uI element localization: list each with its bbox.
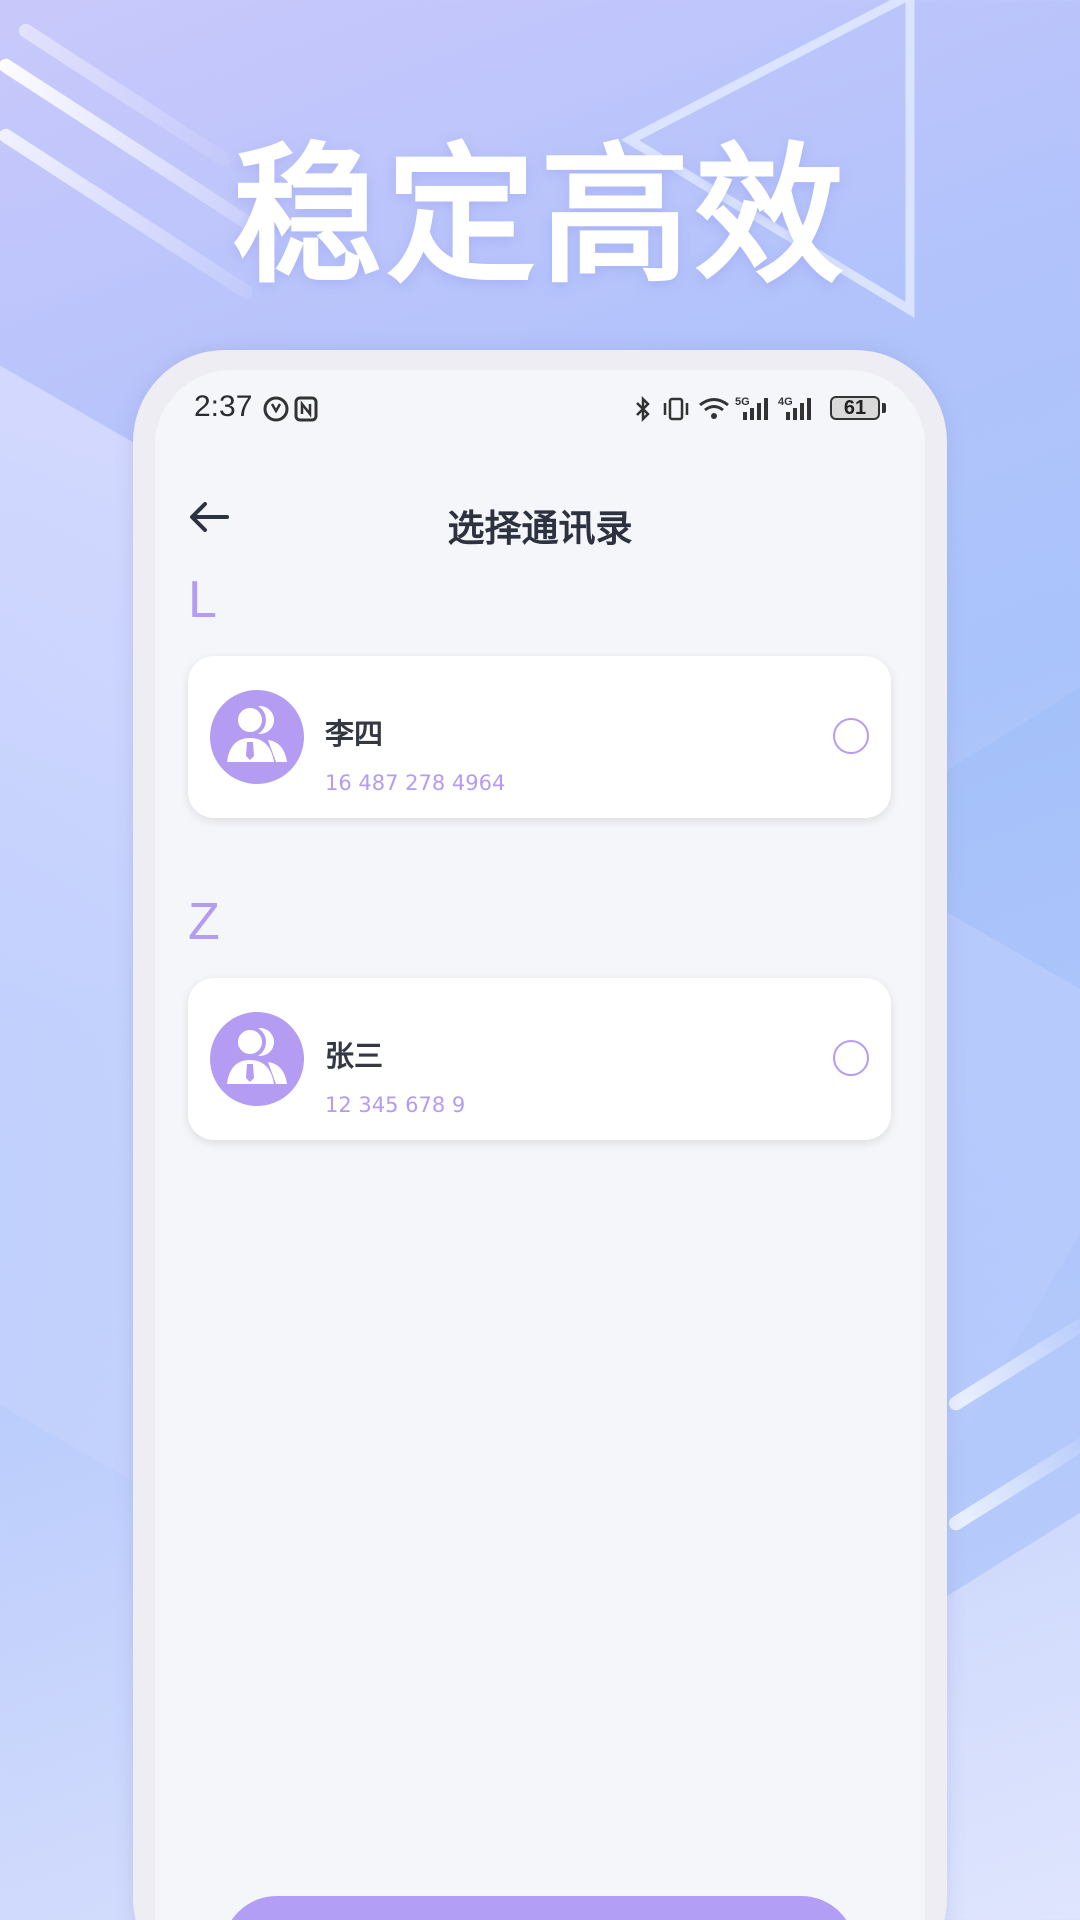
contact-card[interactable]: 李四 16 487 278 4964 [188,656,891,818]
person-icon [227,1026,287,1084]
contact-phone: 12 345 678 9 [325,1093,466,1117]
contact-name: 张三 [325,1039,384,1073]
phone-frame: 2:37 5G 4G 61 选择通讯录 L 李四 16 487 278 4964… [133,350,947,1920]
select-radio[interactable] [833,1040,869,1076]
bluetooth-icon [636,395,650,423]
avatar [210,690,304,784]
nfc-icon [294,396,318,422]
signal-5g-icon: 5G [735,396,768,420]
select-radio[interactable] [833,718,869,754]
battery-tip [882,403,886,413]
phone-screen: 2:37 5G 4G 61 选择通讯录 L 李四 16 487 278 4964… [155,370,925,1920]
contact-card[interactable]: 张三 12 345 678 9 [188,978,891,1140]
section-letter-l: L [188,571,217,629]
contact-name: 李四 [325,717,384,751]
vibrate-icon [663,397,689,421]
signal-4g-icon: 4G [778,396,811,420]
nav-bar: 选择通讯录 [155,480,925,560]
confirm-button[interactable] [222,1896,856,1920]
status-time: 2:37 [194,390,253,423]
battery-icon: 61 [830,396,880,420]
page-title: 选择通讯录 [447,507,633,550]
wifi-icon [699,398,729,419]
person-icon [227,704,287,762]
data-saver-icon [263,396,289,422]
contact-phone: 16 487 278 4964 [325,771,506,795]
svg-text:5G: 5G [735,396,750,408]
promo-headline: 稳定高效 [231,130,848,304]
section-letter-z: Z [188,893,220,951]
status-bar: 2:37 5G 4G 61 [155,370,925,450]
avatar [210,1012,304,1106]
svg-text:4G: 4G [778,396,793,408]
